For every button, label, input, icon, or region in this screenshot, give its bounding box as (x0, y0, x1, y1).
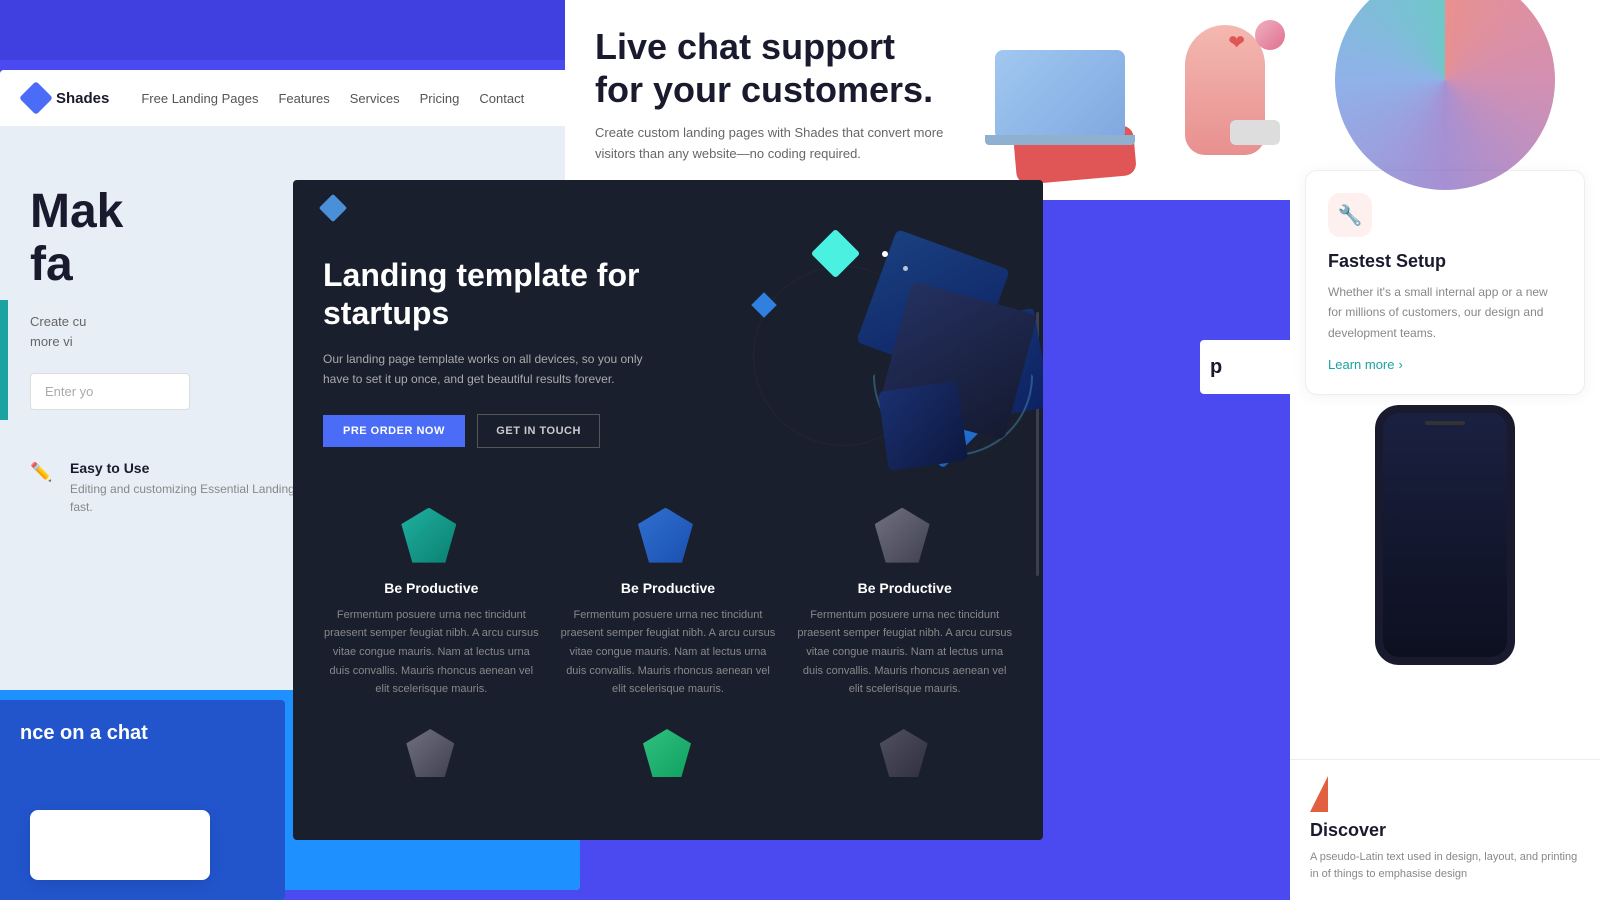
dark-feature-icon-5 (643, 729, 693, 779)
nav-link-contact[interactable]: Contact (479, 91, 524, 106)
discover-title: Discover (1310, 820, 1580, 841)
dark-hero-heading: Landing template for startups (323, 256, 643, 333)
dark-feature-item-4 (323, 729, 540, 779)
dark-hero-text: Landing template for startups Our landin… (323, 256, 643, 448)
laptop-base (985, 135, 1135, 145)
dark-3d-shapes (633, 216, 1043, 536)
logo-diamond-icon (19, 81, 53, 115)
light-hero-desc: Create cumore vi (30, 312, 330, 354)
phone-screen (1383, 413, 1507, 657)
right-panel: 🔧 Fastest Setup Whether it's a small int… (1290, 0, 1600, 900)
right-panel-top (1290, 0, 1600, 160)
discover-desc: A pseudo-Latin text used in design, layo… (1310, 849, 1580, 884)
dark-cube-medium (878, 381, 968, 471)
logo-text: Shades (56, 90, 109, 107)
pencil-icon: ✏️ (30, 462, 58, 490)
bottom-left-white-card (30, 810, 210, 880)
teal-accent-line (0, 300, 8, 420)
discover-icon (1310, 776, 1346, 812)
gem-gray3-icon (880, 729, 928, 777)
nav-link-pricing[interactable]: Pricing (420, 91, 460, 106)
tools-icon: 🔧 (1338, 203, 1363, 228)
dark-feature-item-5 (560, 729, 777, 779)
dark-feature-title-2: Be Productive (560, 580, 777, 596)
dark-heading-line2: startups (323, 295, 449, 331)
dark-feature-icon-4 (406, 729, 456, 779)
gem-gray2-icon (406, 729, 454, 777)
dark-hero-desc: Our landing page template works on all d… (323, 349, 643, 390)
phone-mockup (1375, 405, 1515, 665)
fastest-setup-card: 🔧 Fastest Setup Whether it's a small int… (1305, 170, 1585, 395)
dot-shape-1 (882, 251, 888, 257)
triangle-icon (1310, 776, 1328, 812)
right-panel-phone-area (1290, 405, 1600, 485)
learn-more-link[interactable]: Learn more › (1328, 357, 1562, 372)
light-email-input[interactable]: Enter yo (30, 373, 190, 410)
dark-feature-item-1: Be Productive Fermentum posuere urna nec… (323, 508, 540, 699)
dark-contact-button[interactable]: GET IN TOUCH (477, 414, 600, 448)
dark-feature-icon-1 (401, 508, 461, 568)
heart-icon: ❤ (1228, 30, 1245, 55)
gem-green-icon (643, 729, 691, 777)
dark-feature-desc-1: Fermentum posuere urna nec tincidunt pra… (323, 606, 540, 699)
layer-chat-page: Live chat support for your customers. Cr… (565, 0, 1325, 200)
dark-feature-icon-6 (880, 729, 930, 779)
light-nav-links: Free Landing Pages Features Services Pri… (141, 91, 524, 106)
learn-more-text: Learn more (1328, 357, 1394, 372)
nav-link-services[interactable]: Services (350, 91, 400, 106)
card-desc: Whether it's a small internal app or a n… (1328, 282, 1562, 343)
card-icon-circle: 🔧 (1328, 193, 1372, 237)
layer-dark-page: Landing template for startups Our landin… (293, 180, 1043, 840)
chat-heading: Live chat support for your customers. (595, 25, 955, 111)
dark-feature-item-3: Be Productive Fermentum posuere urna nec… (796, 508, 1013, 699)
layer-bottom-left: nce on a chat (0, 700, 285, 900)
bottom-left-text: nce on a chat (0, 700, 285, 766)
card-title: Fastest Setup (1328, 251, 1562, 272)
laptop-screen (995, 50, 1125, 140)
discover-section: Discover A pseudo-Latin text used in des… (1290, 759, 1600, 900)
gem-teal-icon (401, 508, 456, 563)
chat-illustration: ❤ (995, 20, 1295, 200)
nav-link-features[interactable]: Features (278, 91, 329, 106)
chat-desc: Create custom landing pages with Shades … (595, 123, 955, 165)
dark-feature-title-1: Be Productive (323, 580, 540, 596)
dark-feature-desc-2: Fermentum posuere urna nec tincidunt pra… (560, 606, 777, 699)
phone-notch (1425, 421, 1465, 425)
dark-feature-title-3: Be Productive (796, 580, 1013, 596)
chat-bubble-white (1230, 120, 1280, 145)
chat-content: Live chat support for your customers. Cr… (595, 20, 955, 200)
chat-figure-head (1255, 20, 1285, 50)
dark-feature-item-6 (796, 729, 1013, 779)
partial-text-up: p (1210, 355, 1280, 379)
light-logo: Shades (24, 86, 109, 110)
dark-feature-item-2: Be Productive Fermentum posuere urna nec… (560, 508, 777, 699)
dark-heading-line1: Landing template for (323, 257, 639, 293)
dark-feature-desc-3: Fermentum posuere urna nec tincidunt pra… (796, 606, 1013, 699)
dark-hero: Landing template for startups Our landin… (293, 236, 1043, 478)
circle-decoration (1335, 0, 1555, 190)
dark-logo-diamond-icon (319, 194, 347, 222)
chat-heading-line2: for your customers. (595, 69, 933, 110)
dark-preorder-button[interactable]: PRE ORDER NOW (323, 415, 465, 447)
dot-shape-2 (903, 266, 908, 271)
dark-features-row2 (293, 719, 1043, 789)
partial-right-page: p (1200, 340, 1290, 394)
light-nav: Shades Free Landing Pages Features Servi… (0, 70, 580, 126)
nav-link-free[interactable]: Free Landing Pages (141, 91, 258, 106)
chevron-right-icon: › (1398, 357, 1402, 372)
chat-heading-line1: Live chat support (595, 26, 895, 67)
